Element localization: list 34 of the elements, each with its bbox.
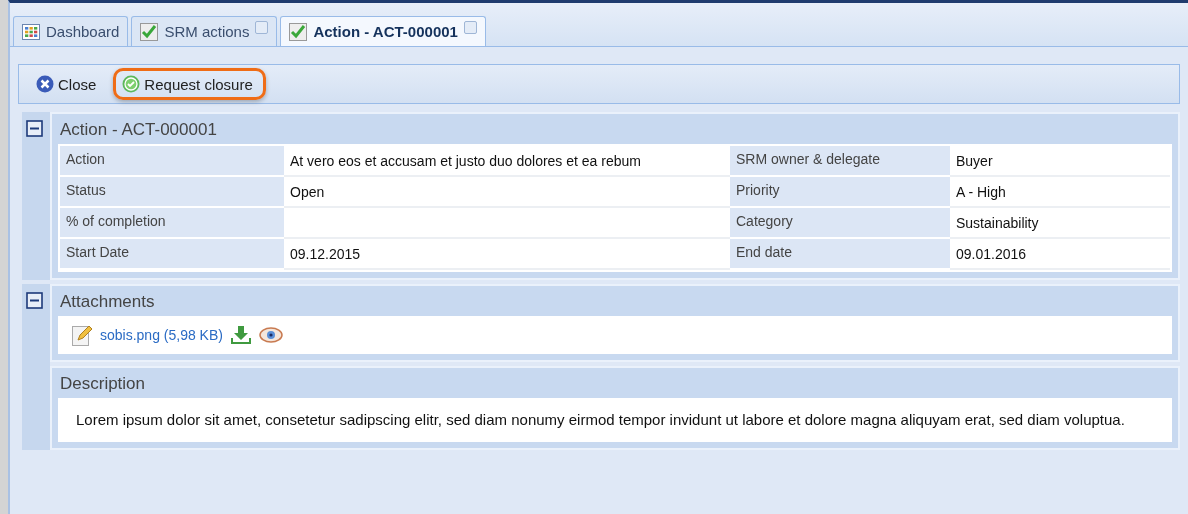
close-button[interactable]: Close bbox=[27, 68, 110, 100]
download-icon[interactable] bbox=[230, 326, 251, 344]
panel-title: Description bbox=[59, 373, 147, 395]
field-value: Open bbox=[284, 177, 730, 208]
field-label: Category bbox=[730, 208, 950, 237]
tab[interactable]: Action - ACT-000001 bbox=[280, 16, 486, 46]
attachment-link[interactable]: sobis.png (5,98 KB) bbox=[100, 327, 223, 343]
field-value: Sustainability bbox=[950, 208, 1170, 239]
field-value: Buyer bbox=[950, 146, 1170, 177]
collapse-icon[interactable] bbox=[26, 120, 43, 137]
field-value: 09.01.2016 bbox=[950, 239, 1170, 270]
field-label: End date bbox=[730, 239, 950, 268]
field-value: 09.12.2015 bbox=[284, 239, 730, 270]
field-label: SRM owner & delegate bbox=[730, 146, 950, 175]
eye-icon[interactable] bbox=[258, 327, 283, 343]
tab[interactable]: SRM actions bbox=[131, 16, 278, 46]
field-label: Action bbox=[60, 146, 284, 175]
panel-title: Attachments bbox=[59, 291, 156, 313]
document-icon bbox=[72, 324, 92, 346]
field-label: Priority bbox=[730, 177, 950, 206]
grid-icon bbox=[22, 23, 40, 40]
checkmark-icon bbox=[122, 75, 141, 93]
field-label: Status bbox=[60, 177, 284, 206]
field-label: % of completion bbox=[60, 208, 284, 237]
request-closure-button[interactable]: Request closure bbox=[113, 68, 266, 100]
checkmark-icon bbox=[289, 22, 308, 41]
field-label: Start Date bbox=[60, 239, 284, 268]
tab[interactable]: Dashboard bbox=[13, 16, 129, 46]
description-text: Lorem ipsum dolor sit amet, consetetur sadipscing elitr, sed diam nonumy eirmod tempor invidunt ut labore et dolore magna aliquyam erat, sed diam voluptua. bbox=[76, 410, 1125, 430]
field-value: At vero eos et accusam et justo duo dolores et ea rebum bbox=[284, 146, 730, 177]
checkmark-icon bbox=[140, 22, 159, 41]
panel-title: Action - ACT-000001 bbox=[59, 119, 218, 141]
field-value: A - High bbox=[950, 177, 1170, 208]
collapse-icon[interactable] bbox=[26, 292, 43, 309]
